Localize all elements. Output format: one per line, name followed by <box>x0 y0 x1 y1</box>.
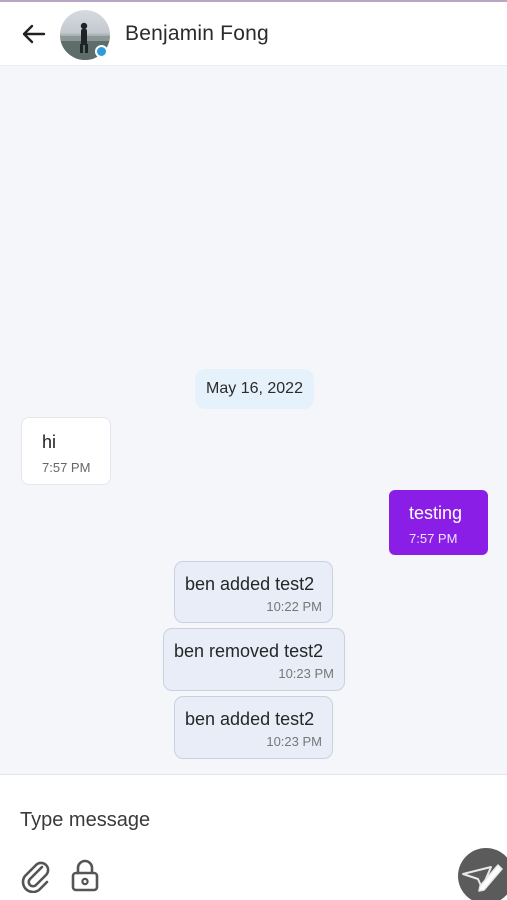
chat-header: Benjamin Fong <box>0 2 507 66</box>
message-list: May 16, 2022 hi 7:57 PM testing 7:57 PM … <box>0 67 507 774</box>
date-separator: May 16, 2022 <box>195 369 314 409</box>
contact-name: Benjamin Fong <box>125 22 269 45</box>
system-message[interactable]: ben added test2 10:22 PM <box>174 561 333 623</box>
avatar[interactable] <box>60 10 110 60</box>
system-message[interactable]: ben added test2 10:23 PM <box>174 696 333 759</box>
system-message-time: 10:22 PM <box>266 599 322 614</box>
system-message[interactable]: ben removed test2 10:23 PM <box>163 628 345 691</box>
message-input[interactable] <box>20 803 440 837</box>
message-text: testing <box>409 503 463 523</box>
attach-button[interactable] <box>18 857 52 894</box>
encrypt-button[interactable] <box>68 857 102 893</box>
incoming-message[interactable]: hi 7:57 PM <box>21 417 111 485</box>
arrow-left-icon <box>22 24 46 44</box>
system-message-time: 10:23 PM <box>278 666 334 681</box>
send-button[interactable] <box>458 848 507 900</box>
lock-icon <box>71 859 99 892</box>
send-pencil-icon <box>462 864 503 892</box>
message-time: 7:57 PM <box>409 531 458 546</box>
chat-screen: Benjamin Fong May 16, 2022 hi 7:57 PM te… <box>0 0 507 900</box>
system-message-text: ben removed test2 <box>174 641 324 661</box>
system-message-text: ben added test2 <box>185 574 315 594</box>
message-composer <box>0 774 507 900</box>
system-message-time: 10:23 PM <box>266 734 322 749</box>
message-text: hi <box>42 432 57 452</box>
paperclip-icon <box>21 861 50 894</box>
outgoing-message[interactable]: testing 7:57 PM <box>389 490 488 555</box>
system-message-text: ben added test2 <box>185 709 315 729</box>
message-time: 7:57 PM <box>42 460 91 475</box>
back-button[interactable] <box>18 20 50 48</box>
messenger-badge-icon <box>95 45 108 58</box>
